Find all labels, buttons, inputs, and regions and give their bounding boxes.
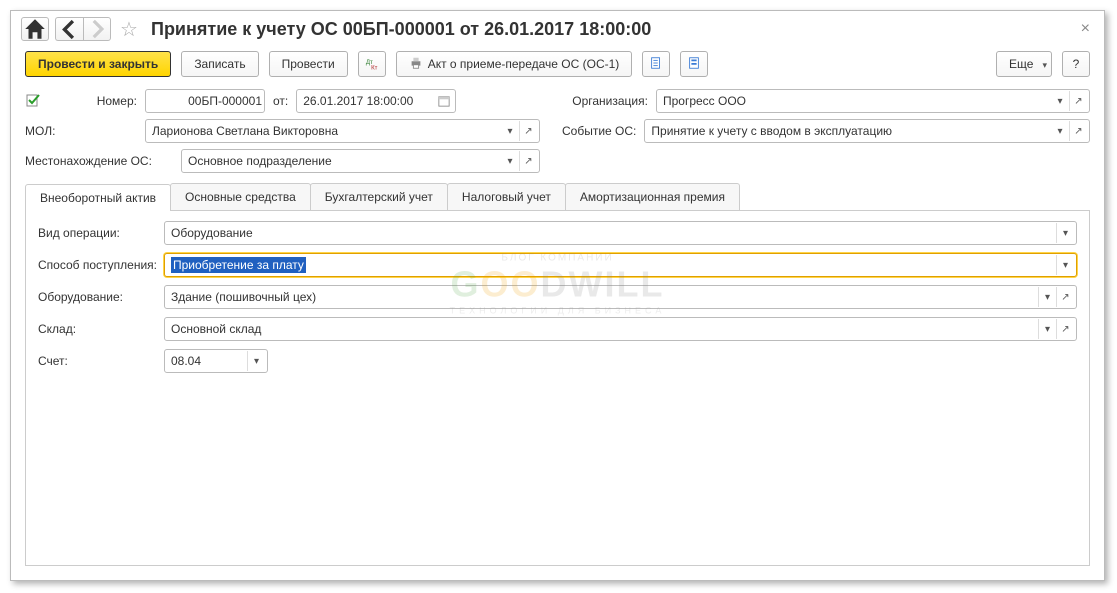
dropdown-icon[interactable]: ▾ — [247, 351, 265, 371]
calendar-icon[interactable] — [435, 91, 453, 111]
nav-arrows — [55, 17, 111, 41]
header-form: Номер: 00БП-000001 от: 26.01.2017 18:00:… — [11, 85, 1104, 177]
post-and-close-button[interactable]: Провести и закрыть — [25, 51, 171, 77]
open-ref-icon[interactable]: ↗ — [519, 121, 537, 141]
document-icon — [649, 56, 663, 73]
close-icon[interactable]: × — [1077, 20, 1094, 38]
date-field[interactable]: 26.01.2017 18:00:00 — [296, 89, 456, 113]
report-button-2[interactable] — [680, 51, 708, 77]
report-button-1[interactable] — [642, 51, 670, 77]
dropdown-icon[interactable]: ▾ — [1056, 223, 1074, 243]
operation-type-field[interactable]: Оборудование ▾ — [164, 221, 1077, 245]
dropdown-icon[interactable]: ▾ — [1056, 255, 1074, 275]
posted-status-icon — [25, 92, 43, 110]
dropdown-icon[interactable]: ▾ — [501, 151, 519, 171]
org-field[interactable]: Прогресс ООО ▾ ↗ — [656, 89, 1090, 113]
org-label: Организация: — [572, 94, 648, 108]
number-field[interactable]: 00БП-000001 — [145, 89, 265, 113]
tab-tax[interactable]: Налоговый учет — [447, 183, 566, 210]
receipt-method-field[interactable]: Приобретение за плату ▾ — [164, 253, 1077, 277]
page-title: Принятие к учету ОС 00БП-000001 от 26.01… — [151, 19, 651, 40]
event-label: Событие ОС: — [562, 124, 636, 138]
operation-type-label: Вид операции: — [38, 226, 156, 240]
location-label: Местонахождение ОС: — [25, 154, 173, 168]
location-field[interactable]: Основное подразделение ▾ ↗ — [181, 149, 540, 173]
save-button[interactable]: Записать — [181, 51, 258, 77]
warehouse-label: Склад: — [38, 322, 156, 336]
from-label: от: — [273, 94, 288, 108]
tab-depreciation-bonus[interactable]: Амортизационная премия — [565, 183, 740, 210]
toolbar: Провести и закрыть Записать Провести ДтК… — [11, 49, 1104, 85]
equipment-label: Оборудование: — [38, 290, 156, 304]
open-ref-icon[interactable]: ↗ — [1056, 287, 1074, 307]
receipt-method-label: Способ поступления: — [38, 258, 156, 272]
open-ref-icon[interactable]: ↗ — [1069, 91, 1087, 111]
account-field[interactable]: 08.04 ▾ — [164, 349, 268, 373]
print-act-label: Акт о приеме-передаче ОС (ОС-1) — [428, 57, 620, 71]
more-label: Еще — [1009, 57, 1033, 71]
tab-noncurrent-asset[interactable]: Внеоборотный актив — [25, 184, 171, 211]
list-icon — [687, 56, 701, 73]
chevron-down-icon — [1038, 57, 1047, 71]
open-ref-icon[interactable]: ↗ — [1056, 319, 1074, 339]
dtkt-button[interactable]: ДтКт — [358, 51, 386, 77]
titlebar: ☆ Принятие к учету ОС 00БП-000001 от 26.… — [11, 11, 1104, 49]
svg-text:Кт: Кт — [371, 64, 378, 71]
favorite-icon[interactable]: ☆ — [117, 17, 141, 41]
equipment-field[interactable]: Здание (пошивочный цех) ▾ ↗ — [164, 285, 1077, 309]
print-act-button[interactable]: Акт о приеме-передаче ОС (ОС-1) — [396, 51, 633, 77]
tab-panel: Вид операции: Оборудование ▾ Способ пост… — [25, 211, 1090, 566]
mol-field[interactable]: Ларионова Светлана Викторовна ▾ ↗ — [145, 119, 540, 143]
form-window: ☆ Принятие к учету ОС 00БП-000001 от 26.… — [10, 10, 1105, 581]
open-ref-icon[interactable]: ↗ — [1069, 121, 1087, 141]
dropdown-icon[interactable]: ▾ — [1051, 91, 1069, 111]
number-label: Номер: — [51, 94, 137, 108]
open-ref-icon[interactable]: ↗ — [519, 151, 537, 171]
tabstrip: Внеоборотный актив Основные средства Бух… — [25, 183, 1090, 211]
tab-accounting[interactable]: Бухгалтерский учет — [310, 183, 448, 210]
dropdown-icon[interactable]: ▾ — [1051, 121, 1069, 141]
mol-label: МОЛ: — [25, 124, 137, 138]
printer-icon — [409, 56, 423, 73]
dropdown-icon[interactable]: ▾ — [1038, 287, 1056, 307]
forward-button[interactable] — [83, 17, 111, 41]
event-field[interactable]: Принятие к учету с вводом в эксплуатацию… — [644, 119, 1090, 143]
warehouse-field[interactable]: Основной склад ▾ ↗ — [164, 317, 1077, 341]
back-button[interactable] — [55, 17, 83, 41]
more-button[interactable]: Еще — [996, 51, 1052, 77]
account-label: Счет: — [38, 354, 156, 368]
dropdown-icon[interactable]: ▾ — [1038, 319, 1056, 339]
dropdown-icon[interactable]: ▾ — [501, 121, 519, 141]
post-button[interactable]: Провести — [269, 51, 348, 77]
tab-fixed-assets[interactable]: Основные средства — [170, 183, 311, 210]
home-button[interactable] — [21, 17, 49, 41]
help-button[interactable]: ? — [1062, 51, 1090, 77]
